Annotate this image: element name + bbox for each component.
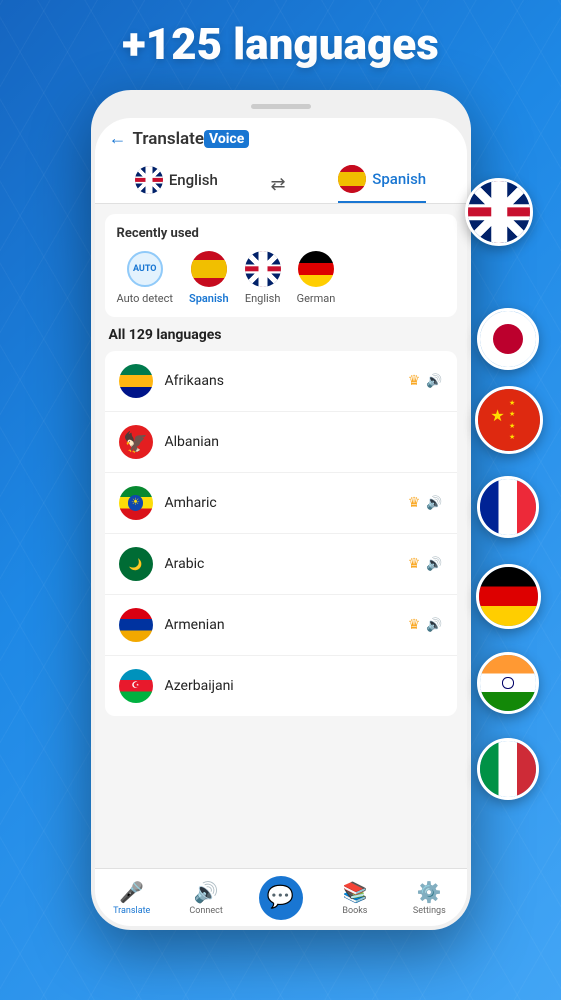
logo-text-translate: Translate xyxy=(133,129,204,149)
recent-item-auto-label: Auto detect xyxy=(117,292,174,305)
lang-name-afrikaans: Afrikaans xyxy=(165,373,396,389)
nav-center[interactable]: 💬 xyxy=(243,876,317,920)
recent-item-spanish-label: Spanish xyxy=(189,292,229,305)
lang-name-azerbaijani: Azerbaijani xyxy=(165,678,431,694)
language-list: Afrikaans ♛ 🔊 🦅 Albanian xyxy=(105,351,457,716)
phone-speaker xyxy=(251,104,311,109)
nav-connect-icon: 🔊 xyxy=(194,880,219,904)
lang-icons-amharic: ♛ 🔊 xyxy=(408,495,443,511)
floating-flag-japan xyxy=(477,308,539,370)
lang-icons-afrikaans: ♛ 🔊 xyxy=(408,373,443,389)
recently-used-section: Recently used AUTO Auto detect Spanish xyxy=(105,214,457,317)
target-language-button[interactable]: Spanish xyxy=(338,165,426,203)
floating-flag-italy xyxy=(477,738,539,800)
recently-used-title: Recently used xyxy=(117,226,445,241)
list-item-azerbaijani[interactable]: ☪ Azerbaijani xyxy=(105,656,457,716)
crown-icon: ♛ xyxy=(408,373,421,389)
floating-flag-uk xyxy=(465,178,533,246)
speaker-icon: 🔊 xyxy=(426,496,442,511)
recent-item-spanish[interactable]: Spanish xyxy=(189,251,229,305)
source-language-label: English xyxy=(169,171,218,189)
lang-name-armenian: Armenian xyxy=(165,617,396,633)
nav-books[interactable]: 📚 Books xyxy=(318,880,392,916)
content-area: Recently used AUTO Auto detect Spanish xyxy=(95,204,467,922)
floating-flag-china: ★ ★★★★ xyxy=(475,386,543,454)
floating-flag-france xyxy=(477,476,539,538)
flag-amharic: ☀ xyxy=(119,486,153,520)
nav-settings-label: Settings xyxy=(413,906,446,916)
nav-settings[interactable]: ⚙️ Settings xyxy=(392,880,466,916)
all-languages-section: All 129 languages Afrikaans ♛ 🔊 xyxy=(105,327,457,716)
lang-name-albanian: Albanian xyxy=(165,434,431,450)
recently-used-list: AUTO Auto detect Spanish xyxy=(117,251,445,305)
list-item-albanian[interactable]: 🦅 Albanian xyxy=(105,412,457,473)
list-item-armenian[interactable]: Armenian ♛ 🔊 xyxy=(105,595,457,656)
lang-icons-arabic: ♛ 🔊 xyxy=(408,556,443,572)
speaker-icon: 🔊 xyxy=(426,618,442,633)
crown-icon: ♛ xyxy=(408,556,421,572)
flag-afrikaans xyxy=(119,364,153,398)
crown-icon: ♛ xyxy=(408,617,421,633)
nav-center-button[interactable]: 💬 xyxy=(259,876,303,920)
language-selector-row: English ⇄ Spanish xyxy=(109,157,453,203)
speaker-icon: 🔊 xyxy=(426,557,442,572)
nav-books-label: Books xyxy=(342,906,367,916)
nav-connect-label: Connect xyxy=(189,906,222,916)
target-language-label: Spanish xyxy=(372,170,426,188)
flag-arabic: 🌙 xyxy=(119,547,153,581)
list-item-arabic[interactable]: 🌙 Arabic ♛ 🔊 xyxy=(105,534,457,595)
lang-name-amharic: Amharic xyxy=(165,495,396,511)
swap-languages-button[interactable]: ⇄ xyxy=(271,174,286,195)
nav-connect[interactable]: 🔊 Connect xyxy=(169,880,243,916)
crown-icon: ♛ xyxy=(408,495,421,511)
nav-translate[interactable]: 🎤 Translate xyxy=(95,880,169,916)
all-languages-title: All 129 languages xyxy=(105,327,457,343)
auto-detect-badge: AUTO xyxy=(127,251,163,287)
list-item-afrikaans[interactable]: Afrikaans ♛ 🔊 xyxy=(105,351,457,412)
recent-item-english[interactable]: English xyxy=(245,251,281,305)
recent-item-english-label: English xyxy=(245,292,281,305)
source-language-button[interactable]: English xyxy=(135,166,218,202)
source-flag xyxy=(135,166,163,194)
back-button[interactable]: ← xyxy=(109,128,127,149)
recent-flag-english xyxy=(245,251,281,287)
lang-name-arabic: Arabic xyxy=(165,556,396,572)
nav-translate-label: Translate xyxy=(113,906,150,916)
recent-item-auto[interactable]: AUTO Auto detect xyxy=(117,251,174,305)
target-flag xyxy=(338,165,366,193)
speaker-icon: 🔊 xyxy=(426,374,442,389)
app-header: ← Translate Voice English xyxy=(95,118,467,204)
nav-translate-icon: 🎤 xyxy=(119,880,144,904)
recent-item-german[interactable]: German xyxy=(297,251,336,305)
recent-item-german-label: German xyxy=(297,292,336,305)
flag-albanian: 🦅 xyxy=(119,425,153,459)
app-logo: Translate Voice xyxy=(133,129,250,149)
recent-flag-spanish xyxy=(191,251,227,287)
logo-text-voice: Voice xyxy=(204,130,249,148)
phone-screen: ← Translate Voice English xyxy=(95,118,467,926)
phone-frame: ← Translate Voice English xyxy=(91,90,471,930)
flag-azerbaijani: ☪ xyxy=(119,669,153,703)
hero-title: +125 languages xyxy=(0,18,561,70)
recent-flag-german xyxy=(298,251,334,287)
floating-flag-germany xyxy=(476,564,541,629)
nav-settings-icon: ⚙️ xyxy=(417,880,442,904)
floating-flag-india xyxy=(477,652,539,714)
list-item-amharic[interactable]: ☀ Amharic ♛ 🔊 xyxy=(105,473,457,534)
lang-icons-armenian: ♛ 🔊 xyxy=(408,617,443,633)
flag-armenian xyxy=(119,608,153,642)
nav-books-icon: 📚 xyxy=(342,880,367,904)
bottom-navigation: 🎤 Translate 🔊 Connect 💬 📚 Books ⚙️ Setti… xyxy=(95,868,467,926)
